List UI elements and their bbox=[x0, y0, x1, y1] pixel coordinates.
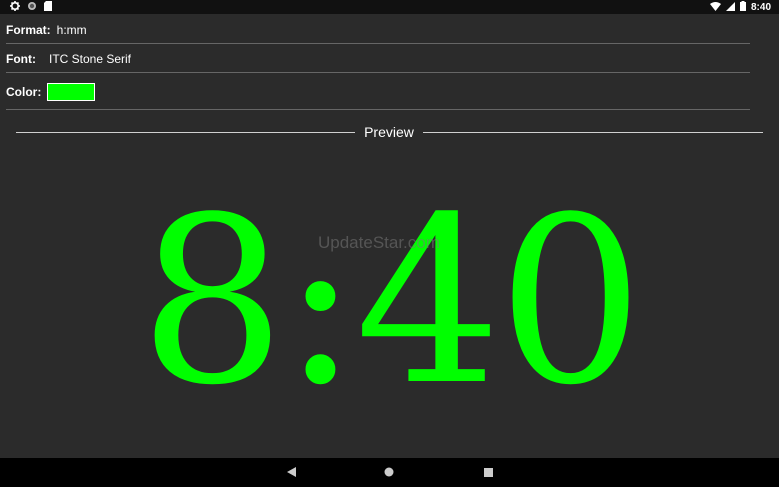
status-time: 8:40 bbox=[750, 1, 771, 13]
status-left-icons bbox=[10, 1, 52, 13]
preview-label: Preview bbox=[364, 124, 414, 140]
back-icon bbox=[286, 464, 296, 482]
clock-settings-screen: 8:40 Format: h:mm Font: ITC Stone Serif … bbox=[0, 0, 779, 487]
back-button[interactable] bbox=[283, 465, 299, 481]
sd-card-icon bbox=[44, 0, 52, 16]
font-row[interactable]: Font: ITC Stone Serif bbox=[6, 50, 750, 68]
status-right-icons: 8:40 bbox=[709, 0, 771, 16]
font-value: ITC Stone Serif bbox=[48, 52, 132, 66]
divider bbox=[6, 109, 750, 110]
gear-icon bbox=[10, 0, 20, 16]
divider bbox=[6, 43, 750, 44]
color-label: Color: bbox=[6, 85, 42, 99]
recents-icon bbox=[483, 464, 493, 482]
font-label: Font: bbox=[6, 52, 36, 66]
color-row[interactable]: Color: bbox=[6, 81, 750, 103]
watermark: UpdateStar.com bbox=[318, 233, 440, 252]
format-label: Format: bbox=[6, 23, 51, 37]
signal-icon bbox=[725, 0, 735, 16]
navigation-bar bbox=[0, 458, 779, 487]
divider bbox=[6, 72, 750, 73]
wifi-icon bbox=[709, 0, 721, 16]
battery-icon bbox=[739, 0, 746, 16]
status-bar: 8:40 bbox=[0, 0, 779, 14]
circle-icon bbox=[27, 0, 37, 16]
preview-divider-left bbox=[16, 132, 355, 133]
format-row[interactable]: Format: h:mm bbox=[6, 21, 750, 39]
home-icon bbox=[384, 464, 394, 482]
home-button[interactable] bbox=[381, 465, 397, 481]
format-value: h:mm bbox=[56, 23, 87, 37]
recents-button[interactable] bbox=[480, 465, 496, 481]
preview-divider-right bbox=[423, 132, 763, 133]
color-swatch-button[interactable] bbox=[47, 83, 96, 101]
clock-preview: 8:40 bbox=[139, 169, 644, 436]
